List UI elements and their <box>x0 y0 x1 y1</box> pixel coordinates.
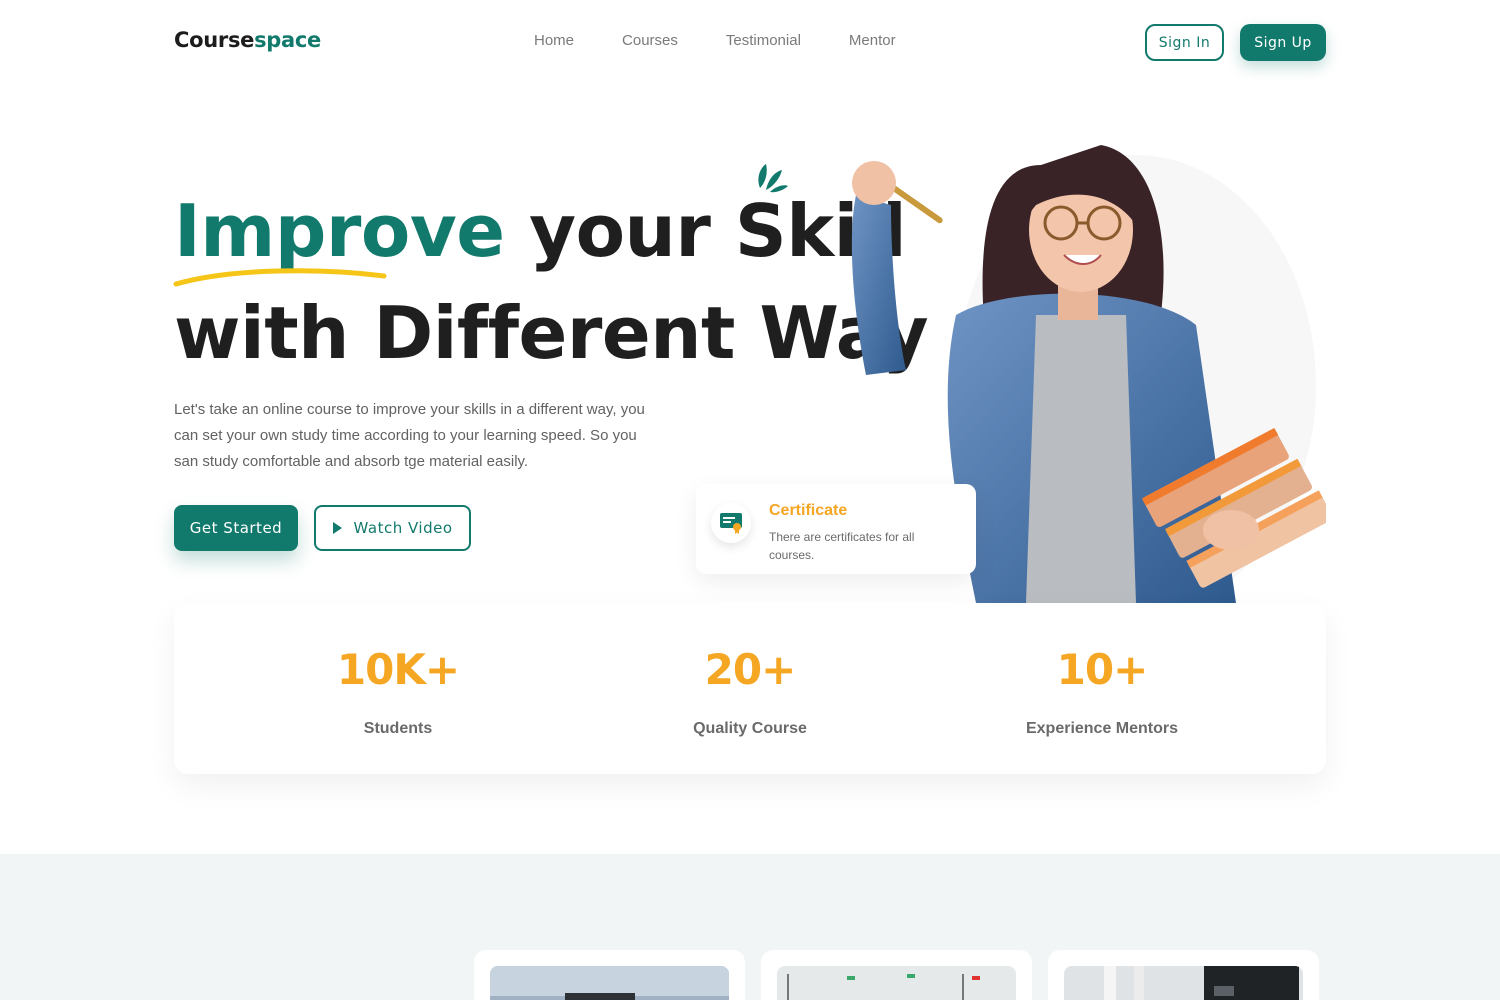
certificate-title: Certificate <box>769 502 848 519</box>
course-card[interactable] <box>761 950 1032 1000</box>
certificate-card: Certificate There are certificates for a… <box>696 484 976 574</box>
top-navigation: Coursespace Home Courses Testimonial Men… <box>0 0 1500 86</box>
headline-highlight: Improve <box>174 189 505 273</box>
sign-in-button[interactable]: Sign In <box>1145 24 1224 61</box>
sign-up-button[interactable]: Sign Up <box>1240 24 1326 61</box>
nav-link-home[interactable]: Home <box>534 32 574 49</box>
course-card[interactable] <box>474 950 745 1000</box>
hero-description: Let's take an online course to improve y… <box>174 401 645 470</box>
certificate-icon-badge <box>711 503 751 543</box>
underline-decoration <box>173 268 387 287</box>
stat-value: 10+ <box>1056 645 1149 694</box>
course-card[interactable] <box>1048 950 1319 1000</box>
stat-label: Students <box>363 720 433 737</box>
stat-label: Experience Mentors <box>1025 720 1179 737</box>
nav-link-mentor[interactable]: Mentor <box>849 32 896 49</box>
stat-value: 10K+ <box>336 645 460 694</box>
logo-accent: space <box>254 28 321 52</box>
get-started-button[interactable]: Get Started <box>174 505 298 551</box>
certificate-description: There are certificates for all courses. <box>769 530 915 562</box>
logo-main: Course <box>174 28 255 52</box>
play-icon <box>332 522 342 534</box>
stat-mentors: 10+ Experience Mentors <box>878 603 1326 774</box>
certificate-icon <box>720 513 742 534</box>
logo[interactable]: Coursespace <box>174 28 321 52</box>
sparkle-decoration <box>758 164 788 193</box>
headline-line-2: with Different Way <box>174 291 929 375</box>
stats-panel: 10K+ Students 20+ Quality Course 10+ Exp… <box>174 603 1326 774</box>
nav-link-testimonial[interactable]: Testimonial <box>726 32 801 49</box>
course-thumbnail <box>777 966 1016 1000</box>
stat-value: 20+ <box>704 645 797 694</box>
nav-link-courses[interactable]: Courses <box>622 32 678 49</box>
courses-section <box>0 854 1500 1000</box>
course-thumbnail <box>1064 966 1303 1000</box>
watch-video-button[interactable]: Watch Video <box>314 505 471 551</box>
stat-courses: 20+ Quality Course <box>622 603 878 774</box>
stat-label: Quality Course <box>693 720 807 737</box>
watch-video-label: Watch Video <box>353 519 453 537</box>
course-thumbnail <box>490 966 729 1000</box>
main-menu: Home Courses Testimonial Mentor <box>510 32 944 49</box>
stat-students: 10K+ Students <box>174 603 622 774</box>
